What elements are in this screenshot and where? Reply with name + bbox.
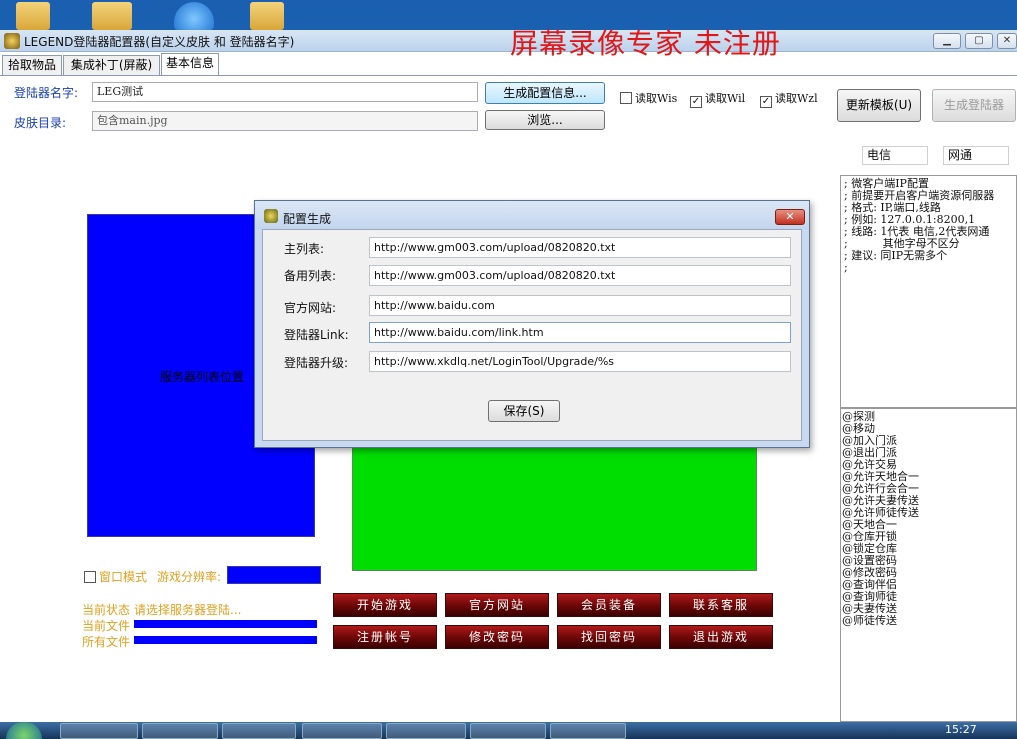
qq-icon[interactable] <box>174 2 214 30</box>
windows-start-icon[interactable] <box>6 722 42 739</box>
launcher-name-input[interactable]: LEG测试 <box>92 82 478 102</box>
config-dialog: 配置生成 ✕ 主列表: http://www.gm003.com/upload/… <box>254 200 810 448</box>
register-account-button[interactable]: 注册帐号 <box>333 625 437 649</box>
taskbar-clock[interactable]: 15:27 <box>945 723 977 736</box>
taskbar-item[interactable] <box>550 723 626 739</box>
main-list-label: 主列表: <box>284 242 325 256</box>
commands-textarea[interactable]: @探测 @移动 @加入门派 @退出门派 @允许交易 @允许天地合一 @允许行会合一 @允许夫妻… <box>840 408 1017 722</box>
current-file-label: 当前文件 <box>82 619 131 633</box>
taskbar-item[interactable] <box>302 723 382 739</box>
launcher-upgrade-input[interactable]: http://www.xkdlq.net/LoginTool/Upgrade/%… <box>369 351 791 372</box>
change-password-button[interactable]: 修改密码 <box>445 625 549 649</box>
ip-config-lines: ; 微客户端IP配置; 前提要开启客户端资源伺服器; 格式: IP,端口,线路;… <box>844 178 1016 274</box>
ip-config-line: ; 建议: 同IP无需多个 <box>844 249 948 262</box>
all-files-progress <box>134 636 317 644</box>
folder-icon[interactable] <box>250 2 284 30</box>
taskbar-item[interactable] <box>470 723 546 739</box>
watermark-text: 屏幕录像专家 未注册 <box>510 27 781 60</box>
start-game-button[interactable]: 开始游戏 <box>333 593 437 617</box>
close-icon[interactable]: ✕ <box>775 209 805 225</box>
window-title: LEGEND登陆器配置器(自定义皮肤 和 登陆器名字) <box>24 35 295 49</box>
all-files-label: 所有文件 <box>82 635 131 649</box>
read-wis-checkbox[interactable]: 读取Wis <box>620 90 677 106</box>
skin-dir-input[interactable]: 包含main.jpg <box>92 111 478 131</box>
status-text: 请选择服务器登陆... <box>134 603 242 617</box>
check-icon[interactable]: ✓ <box>760 96 772 108</box>
taskbar-item[interactable] <box>60 723 138 739</box>
backup-list-label: 备用列表: <box>284 269 337 283</box>
tab-divider <box>0 75 1017 76</box>
app-icon <box>264 209 278 223</box>
official-site-button[interactable]: 官方网站 <box>445 593 549 617</box>
read-wis-label: 读取Wis <box>635 92 678 105</box>
tab-pickup-items[interactable]: 拾取物品 <box>2 55 62 75</box>
window-mode-checkbox[interactable]: 窗口模式 <box>84 568 147 585</box>
checkbox-box[interactable] <box>620 92 632 104</box>
current-file-progress <box>134 620 317 628</box>
backup-list-input[interactable]: http://www.gm003.com/upload/0820820.txt <box>369 265 791 286</box>
checkbox-box[interactable] <box>84 571 96 583</box>
dialog-body: 主列表: http://www.gm003.com/upload/0820820… <box>262 229 802 441</box>
minimize-icon[interactable]: ▁ <box>933 33 961 49</box>
launcher-name-label: 登陆器名字: <box>14 86 79 100</box>
window-mode-label: 窗口模式 <box>99 570 148 584</box>
launcher-link-label: 登陆器Link: <box>284 328 349 342</box>
generate-launcher-button[interactable]: 生成登陆器 <box>932 89 1016 122</box>
member-gear-button[interactable]: 会员装备 <box>557 593 661 617</box>
netcom-field[interactable]: 网通 <box>943 146 1009 165</box>
dialog-title-bar: 配置生成 ✕ <box>255 201 809 229</box>
command-lines: @探测 @移动 @加入门派 @退出门派 @允许交易 @允许天地合一 @允许行会合一 @允许夫妻… <box>842 411 1016 627</box>
server-list-label: 服务器列表位置 <box>160 370 245 384</box>
save-button[interactable]: 保存(S) <box>488 400 560 422</box>
generate-config-button[interactable]: 生成配置信息... <box>485 82 605 104</box>
launcher-link-input[interactable]: http://www.baidu.com/link.htm <box>369 322 791 343</box>
ip-config-line: ; <box>844 261 848 274</box>
resolution-label: 游戏分辨率: <box>157 570 222 584</box>
preview-green-area <box>352 442 757 571</box>
read-wil-label: 读取Wil <box>705 92 746 105</box>
check-icon[interactable]: ✓ <box>690 96 702 108</box>
read-wzl-checkbox[interactable]: ✓ 读取Wzl <box>760 90 818 108</box>
folder-icon[interactable] <box>16 2 50 30</box>
taskbar-item[interactable] <box>386 723 466 739</box>
taskbar-item[interactable] <box>222 723 296 739</box>
network-folder-icon[interactable] <box>92 2 132 30</box>
taskbar: 15:27 <box>0 722 1017 739</box>
app-icon <box>4 33 20 49</box>
ip-config-textarea[interactable]: ; 微客户端IP配置; 前提要开启客户端资源伺服器; 格式: IP,端口,线路;… <box>840 175 1017 408</box>
command-line: @师徒传送 <box>842 614 897 627</box>
recover-password-button[interactable]: 找回密码 <box>557 625 661 649</box>
status-label: 当前状态 <box>82 603 131 617</box>
resolution-select[interactable] <box>227 566 321 584</box>
contact-support-button[interactable]: 联系客服 <box>669 593 773 617</box>
browse-button[interactable]: 浏览... <box>485 110 605 130</box>
exit-game-button[interactable]: 退出游戏 <box>669 625 773 649</box>
telecom-field[interactable]: 电信 <box>862 146 928 165</box>
close-icon[interactable]: ✕ <box>997 33 1017 49</box>
read-wzl-label: 读取Wzl <box>775 92 818 105</box>
official-site-label: 官方网站: <box>284 301 337 315</box>
launcher-upgrade-label: 登陆器升级: <box>284 356 349 370</box>
update-template-button[interactable]: 更新模板(U) <box>837 89 921 122</box>
tab-integrated-patch[interactable]: 集成补丁(屏蔽) <box>63 55 160 75</box>
dialog-title: 配置生成 <box>283 212 332 226</box>
main-list-input[interactable]: http://www.gm003.com/upload/0820820.txt <box>369 237 791 258</box>
read-wil-checkbox[interactable]: ✓ 读取Wil <box>690 90 745 108</box>
official-site-input[interactable]: http://www.baidu.com <box>369 295 791 316</box>
taskbar-item[interactable] <box>142 723 218 739</box>
tab-basic-info[interactable]: 基本信息 <box>161 53 219 75</box>
maximize-icon[interactable]: ▢ <box>965 33 993 49</box>
title-bar: LEGEND登陆器配置器(自定义皮肤 和 登陆器名字) 屏幕录像专家 未注册 ▁… <box>0 27 1017 60</box>
skin-dir-label: 皮肤目录: <box>14 116 67 130</box>
